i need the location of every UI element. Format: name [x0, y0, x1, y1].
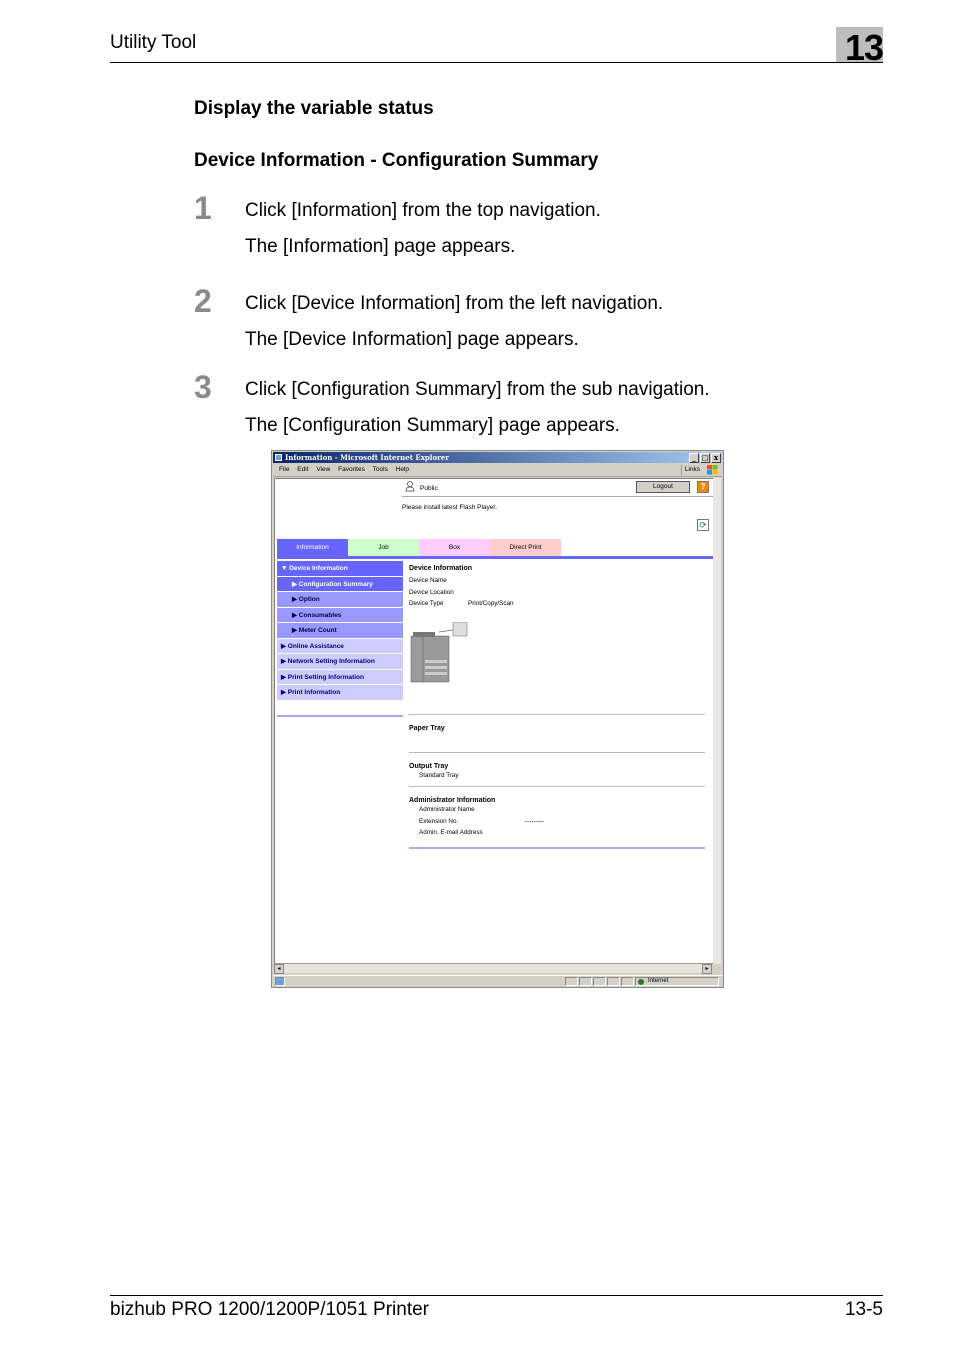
maximize-button[interactable]: □	[700, 453, 710, 463]
nav-network-setting-information[interactable]: ▶ Network Setting Information	[277, 654, 403, 670]
section-title: Display the variable status	[194, 98, 434, 119]
step-result: The [Device Information] page appears.	[245, 329, 579, 350]
nav-option[interactable]: ▶ Option	[277, 592, 403, 608]
header-rule	[110, 62, 883, 63]
browser-window-screenshot: Information - Microsoft Internet Explore…	[271, 450, 724, 988]
user-mode-label: Public	[420, 485, 438, 492]
status-cell	[579, 977, 592, 986]
zone-indicator: Internet	[635, 977, 719, 986]
user-icon	[405, 481, 415, 492]
step-instruction: Click [Information] from the top navigat…	[245, 200, 601, 221]
menu-help[interactable]: Help	[396, 464, 409, 476]
nav-device-information[interactable]: ▼ Device Information	[277, 561, 403, 577]
device-info-row: Device Type Print/Copy/Scan	[409, 598, 705, 610]
step-number: 1	[194, 190, 212, 226]
status-cell	[593, 977, 606, 986]
status-cell	[607, 977, 620, 986]
footer-rule	[110, 1295, 883, 1296]
device-info-heading: Device Information	[409, 565, 473, 572]
nav-print-setting-information[interactable]: ▶ Print Setting Information	[277, 669, 403, 685]
menu-file[interactable]: File	[279, 464, 289, 476]
scroll-right-button[interactable]: ▸	[702, 964, 712, 974]
device-info-row: Device Name	[409, 575, 705, 587]
page-number: 13-5	[844, 1299, 883, 1320]
step-instruction: Click [Configuration Summary] from the s…	[245, 379, 710, 400]
flash-message: Please install latest Flash Player.	[402, 504, 498, 511]
menu-tools[interactable]: Tools	[373, 464, 388, 476]
step-number: 2	[194, 283, 212, 319]
user-rule	[402, 496, 714, 497]
nav-bottom-line	[277, 715, 403, 717]
window-title: Information - Microsoft Internet Explore…	[285, 453, 449, 462]
step-result: The [Configuration Summary] page appears…	[245, 415, 620, 436]
row-label: Device Location	[409, 588, 454, 596]
help-icon[interactable]: ?	[697, 481, 709, 493]
browser-viewport: Public Logout ? Please install latest Fl…	[274, 478, 714, 964]
tab-underline	[277, 556, 713, 559]
status-bar: Internet	[273, 975, 722, 987]
admin-info-row: Administrator Name	[409, 804, 705, 816]
output-tray-row: Standard Tray	[409, 770, 705, 782]
close-button[interactable]: x	[711, 453, 721, 463]
nav-configuration-summary[interactable]: ▶ Configuration Summary	[277, 576, 403, 592]
content-bottom-line	[409, 846, 705, 849]
footer-product: bizhub PRO 1200/1200P/1051 Printer	[110, 1299, 429, 1320]
minimize-button[interactable]: _	[689, 453, 699, 463]
top-nav-tabs: Information Job Box Direct Print	[277, 539, 561, 556]
page-status-icon	[275, 977, 285, 986]
row-value: Print/Copy/Scan	[468, 600, 514, 607]
row-label: Administrator Name	[419, 806, 475, 813]
admin-info-heading: Administrator Information	[409, 797, 496, 804]
menu-favorites[interactable]: Favorites	[338, 464, 365, 476]
vertical-scrollbar[interactable]	[713, 478, 721, 964]
printer-image-icon	[410, 621, 468, 682]
menu-view[interactable]: View	[316, 464, 330, 476]
tab-direct-print[interactable]: Direct Print	[490, 539, 561, 556]
content-area: Device Information Device Name Device Lo…	[409, 565, 705, 849]
refresh-icon[interactable]: ⟳	[697, 519, 709, 531]
admin-info-row: Extension No. ---------	[409, 816, 705, 828]
row-label: Extension No.	[419, 817, 459, 825]
status-cell	[621, 977, 634, 986]
row-label: Admin. E-mail Address	[419, 829, 483, 836]
menu-edit[interactable]: Edit	[297, 464, 308, 476]
tab-information[interactable]: Information	[277, 539, 348, 556]
row-value: ---------	[525, 817, 544, 825]
tab-job[interactable]: Job	[348, 539, 419, 556]
row-label: Device Type	[409, 600, 444, 607]
device-info-row: Device Location	[409, 587, 705, 599]
windows-logo-icon	[707, 465, 718, 475]
left-nav: ▼ Device Information ▶ Configuration Sum…	[277, 561, 403, 701]
running-header-title: Utility Tool	[110, 32, 197, 53]
nav-print-information[interactable]: ▶ Print Information	[277, 685, 403, 701]
row-label: Standard Tray	[419, 771, 459, 779]
nav-meter-count[interactable]: ▶ Meter Count	[277, 623, 403, 639]
zone-label: Internet	[648, 978, 669, 984]
subsection-title: Device Information - Configuration Summa…	[194, 150, 599, 171]
admin-info-row: Admin. E-mail Address	[409, 827, 705, 839]
logout-button[interactable]: Logout	[636, 481, 690, 493]
horizontal-scrollbar[interactable]: ◂ ▸	[274, 963, 712, 974]
scroll-left-button[interactable]: ◂	[274, 964, 284, 974]
menu-bar: File Edit View Favorites Tools Help Link…	[273, 464, 722, 477]
globe-icon	[638, 979, 644, 985]
paper-tray-heading: Paper Tray	[409, 724, 445, 732]
tab-box[interactable]: Box	[419, 539, 490, 556]
nav-consumables[interactable]: ▶ Consumables	[277, 607, 403, 623]
output-tray-heading: Output Tray	[409, 762, 449, 770]
row-label: Device Name	[409, 577, 447, 584]
links-button[interactable]: Links	[680, 465, 700, 475]
step-result: The [Information] page appears.	[245, 236, 516, 257]
nav-online-assistance[interactable]: ▶ Online Assistance	[277, 638, 403, 654]
browser-titlebar: Information - Microsoft Internet Explore…	[273, 452, 722, 463]
step-number: 3	[194, 369, 212, 405]
ie-icon	[275, 454, 282, 461]
status-cell	[565, 977, 578, 986]
step-instruction: Click [Device Information] from the left…	[245, 293, 664, 314]
